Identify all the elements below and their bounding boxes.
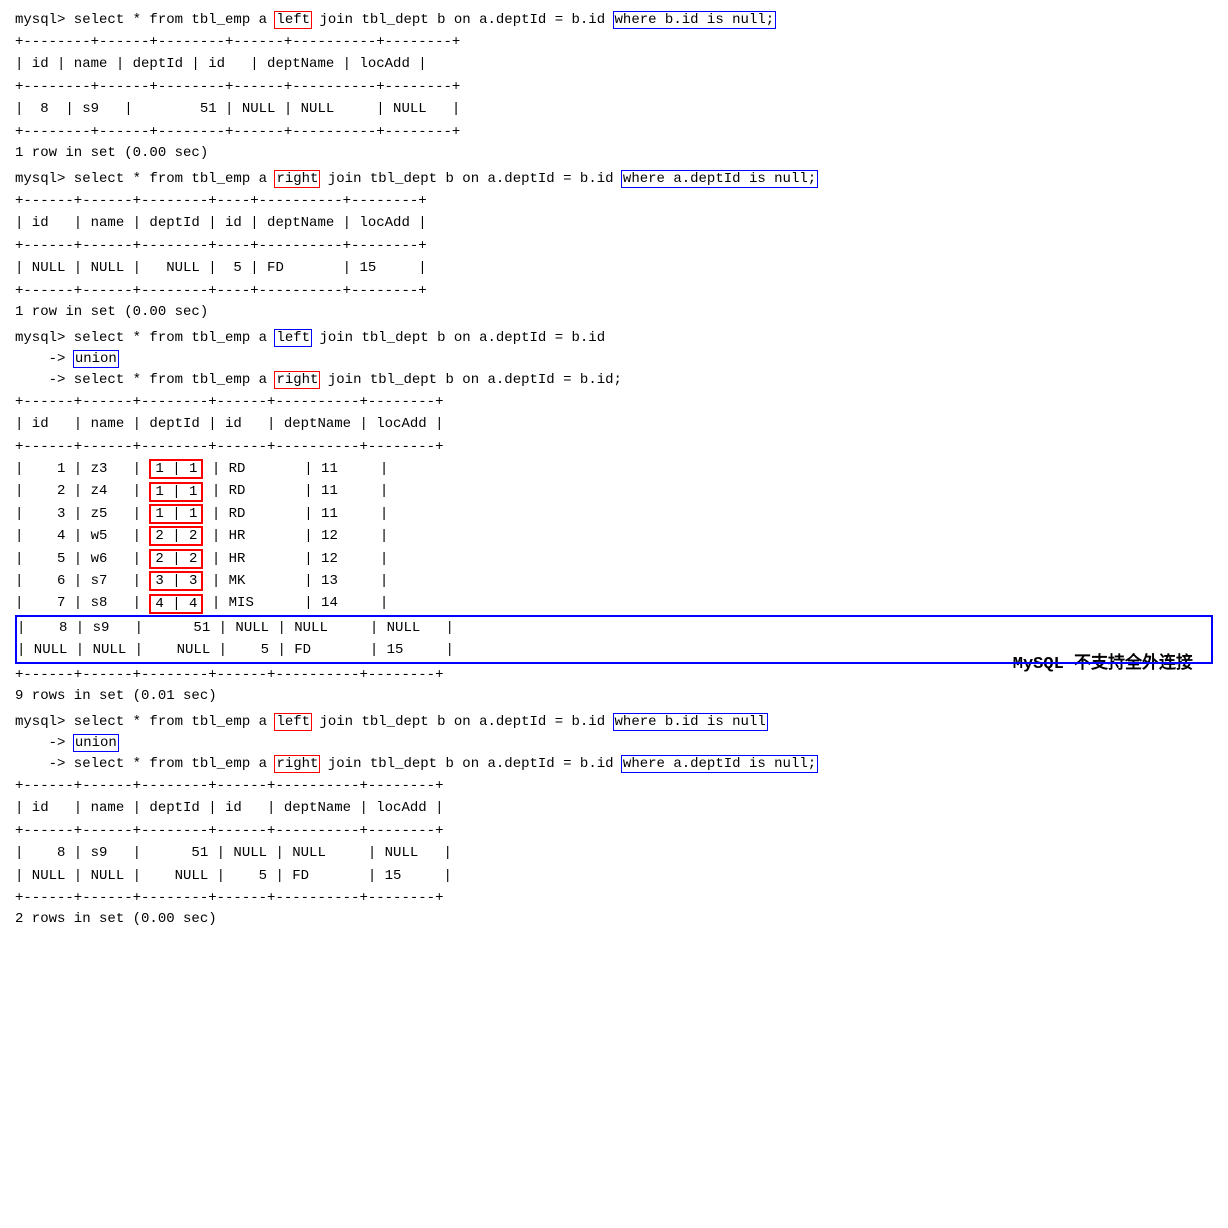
row-3-3-start: | 3 | z5 |	[15, 503, 149, 525]
section-3: mysql> select * from tbl_emp a left join…	[15, 328, 1213, 704]
query-2-prefix: mysql> select * from tbl_emp a	[15, 171, 275, 187]
row-3-6-end: | MK | 13 |	[203, 570, 388, 592]
section-1: mysql> select * from tbl_emp a left join…	[15, 10, 1213, 161]
q4-arrow1: ->	[15, 735, 74, 751]
row-3-7: | 7 | s8 | 4 | 4 | MIS | 14 |	[15, 592, 1213, 614]
query-1-mid: join tbl_dept b on a.deptId = b.id	[311, 12, 613, 28]
keyword-right-3: right	[275, 372, 319, 388]
table-1: +--------+------+--------+------+-------…	[15, 31, 1213, 143]
row-3-6-deptid: 3 | 3	[149, 571, 203, 591]
query-4-line1: mysql> select * from tbl_emp a left join…	[15, 712, 1213, 733]
table-2: +------+------+--------+----+----------+…	[15, 190, 1213, 302]
q3-prefix1: mysql> select * from tbl_emp a	[15, 330, 275, 346]
row-3-7-deptid: 4 | 4	[149, 594, 203, 614]
query-3-line2: -> union	[15, 349, 1213, 370]
query-1-prefix: mysql> select * from tbl_emp a	[15, 12, 275, 28]
keyword-left-1: left	[275, 12, 311, 28]
row-3-4: | 4 | w5 | 2 | 2 | HR | 12 |	[15, 525, 1213, 547]
row-3-4-deptid: 2 | 2	[149, 526, 203, 546]
row-3-6-start: | 6 | s7 |	[15, 570, 149, 592]
table-3-sep3: +------+------+--------+------+---------…	[15, 664, 1213, 686]
row-3-2-deptid: 1 | 1	[149, 482, 203, 502]
table-3-wrapper: +------+------+--------+------+---------…	[15, 391, 1213, 686]
rowcount-4: 2 rows in set (0.00 sec)	[15, 911, 1213, 927]
table-3-sep1: +------+------+--------+------+---------…	[15, 391, 1213, 413]
row-3-5-start: | 5 | w6 |	[15, 548, 149, 570]
row-3-1-start: | 1 | z3 |	[15, 458, 149, 480]
keyword-where-1: where b.id is null;	[614, 12, 776, 28]
row-3-1: | 1 | z3 | 1 | 1 | RD | 11 |	[15, 458, 1213, 480]
row-3-3-end: | RD | 11 |	[203, 503, 388, 525]
section-2: mysql> select * from tbl_emp a right joi…	[15, 169, 1213, 320]
row-3-5-deptid: 2 | 2	[149, 549, 203, 569]
keyword-union-4: union	[74, 735, 118, 751]
row-3-8: | 8 | s9 | 51 | NULL | NULL | NULL | | N…	[15, 615, 1213, 664]
query-2-mid: join tbl_dept b on a.deptId = b.id	[319, 171, 621, 187]
row-3-4-end: | HR | 12 |	[203, 525, 388, 547]
rowcount-3: 9 rows in set (0.01 sec)	[15, 688, 1213, 704]
row-3-2: | 2 | z4 | 1 | 1 | RD | 11 |	[15, 480, 1213, 502]
table-3-header: | id | name | deptId | id | deptName | l…	[15, 413, 1213, 435]
query-4-line2: -> union	[15, 733, 1213, 754]
rowcount-1: 1 row in set (0.00 sec)	[15, 145, 1213, 161]
query-3-line3: -> select * from tbl_emp a right join tb…	[15, 370, 1213, 391]
q3-prefix2: -> select * from tbl_emp a	[15, 372, 275, 388]
table-3-sep2: +------+------+--------+------+---------…	[15, 436, 1213, 458]
query-1: mysql> select * from tbl_emp a left join…	[15, 10, 1213, 31]
row-3-6: | 6 | s7 | 3 | 3 | MK | 13 |	[15, 570, 1213, 592]
row-3-7-start: | 7 | s8 |	[15, 592, 149, 614]
q4-mid2: join tbl_dept b on a.deptId = b.id	[319, 756, 621, 772]
keyword-left-3: left	[275, 330, 311, 346]
q3-mid1: join tbl_dept b on a.deptId = b.id	[311, 330, 605, 346]
section-4: mysql> select * from tbl_emp a left join…	[15, 712, 1213, 927]
query-3-line1: mysql> select * from tbl_emp a left join…	[15, 328, 1213, 349]
keyword-right-4: right	[275, 756, 319, 772]
row-3-2-start: | 2 | z4 |	[15, 480, 149, 502]
q4-prefix1: mysql> select * from tbl_emp a	[15, 714, 275, 730]
q3-arrow1: ->	[15, 351, 74, 367]
keyword-left-4: left	[275, 714, 311, 730]
keyword-where-2: where a.deptId is null;	[622, 171, 817, 187]
q4-mid1: join tbl_dept b on a.deptId = b.id	[311, 714, 613, 730]
rowcount-2: 1 row in set (0.00 sec)	[15, 304, 1213, 320]
keyword-where-4b: where a.deptId is null;	[622, 756, 817, 772]
row-3-3: | 3 | z5 | 1 | 1 | RD | 11 |	[15, 503, 1213, 525]
query-2: mysql> select * from tbl_emp a right joi…	[15, 169, 1213, 190]
table-4: +------+------+--------+------+---------…	[15, 775, 1213, 909]
q3-mid2: join tbl_dept b on a.deptId = b.id;	[319, 372, 621, 388]
row-3-1-end: | RD | 11 |	[203, 458, 388, 480]
keyword-where-4a: where b.id is null	[614, 714, 767, 730]
q4-prefix2: -> select * from tbl_emp a	[15, 756, 275, 772]
row-3-1-deptid: 1 | 1	[149, 459, 203, 479]
row-3-4-start: | 4 | w5 |	[15, 525, 149, 547]
row-3-5-end: | HR | 12 |	[203, 548, 388, 570]
row-3-3-deptid: 1 | 1	[149, 504, 203, 524]
row-3-7-end: | MIS | 14 |	[203, 592, 388, 614]
keyword-union-3: union	[74, 351, 118, 367]
row-3-2-end: | RD | 11 |	[203, 480, 388, 502]
query-4-line3: -> select * from tbl_emp a right join tb…	[15, 754, 1213, 775]
row-3-5: | 5 | w6 | 2 | 2 | HR | 12 |	[15, 548, 1213, 570]
keyword-right-2: right	[275, 171, 319, 187]
